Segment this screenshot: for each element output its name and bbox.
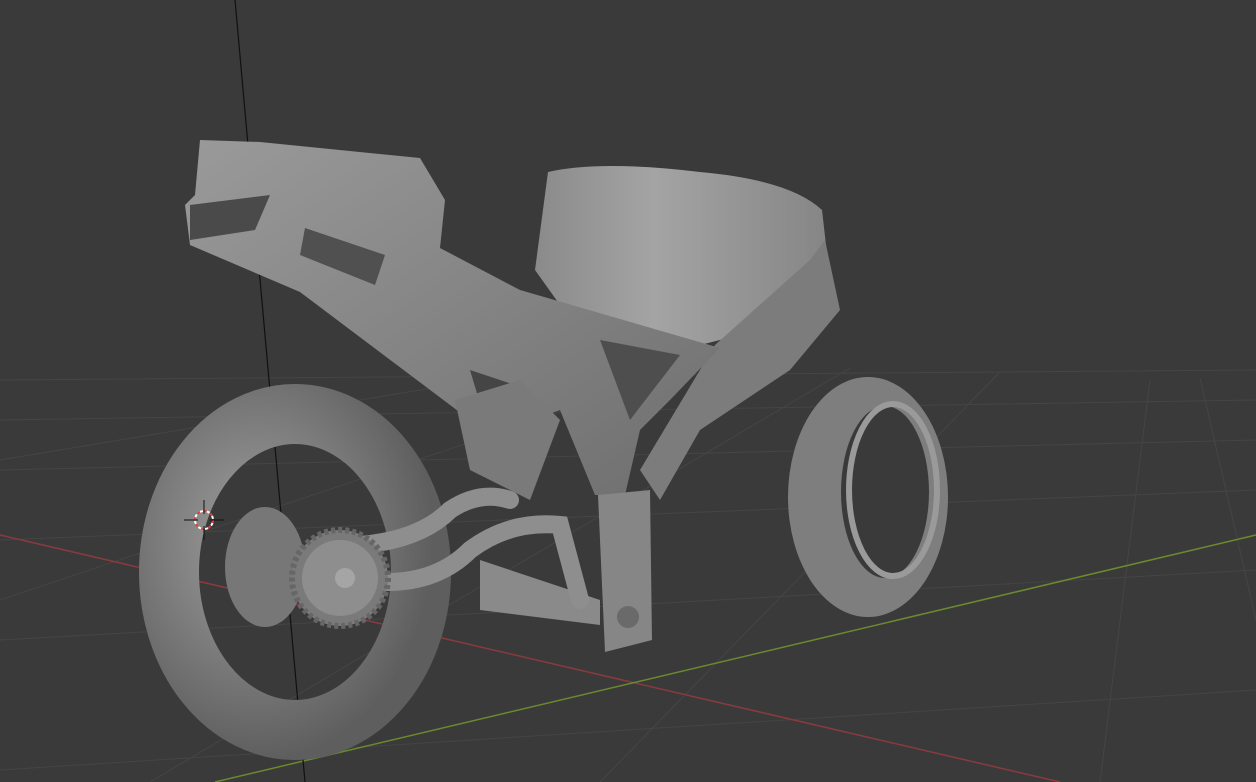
rear-wheel[interactable] xyxy=(788,377,948,617)
3d-viewport[interactable] xyxy=(0,0,1256,782)
motorcycle-model[interactable] xyxy=(139,140,948,760)
sprocket[interactable] xyxy=(289,527,391,629)
viewport-canvas[interactable] xyxy=(0,0,1256,782)
